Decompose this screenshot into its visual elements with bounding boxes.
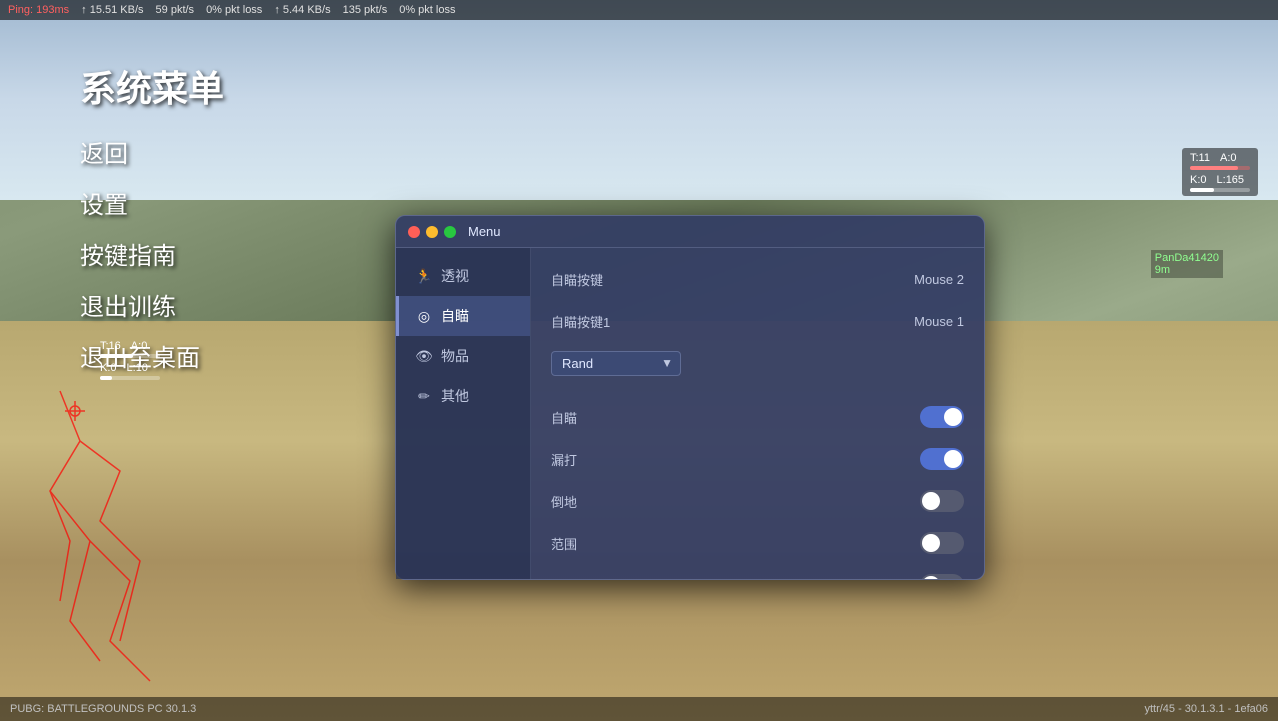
aim-key-row: 自瞄按键 Mouse 2 — [551, 264, 964, 294]
aim-key2-row: 自瞄按键1 Mouse 1 — [551, 306, 964, 336]
sidebar-item-items[interactable]: 👁 物品 — [396, 336, 530, 376]
toggle-aimbot[interactable] — [920, 406, 964, 428]
toggle-range-label: 范围 — [551, 534, 577, 553]
toggle-down-knob — [922, 492, 940, 510]
toggle-down[interactable] — [920, 490, 964, 512]
sidebar-label-aimbot: 自瞄 — [441, 306, 469, 326]
rand-dropdown[interactable]: Rand — [551, 351, 681, 376]
rand-dropdown-wrapper: Rand ▼ — [551, 351, 681, 376]
modal-title: Menu — [468, 224, 501, 239]
toggle-teammate-label: 队友 — [551, 576, 577, 580]
sidebar-label-other: 其他 — [441, 386, 469, 406]
menu-item-exit-training[interactable]: 退出训练 — [80, 283, 224, 326]
toggle-aimbot-row: 自瞄 — [551, 402, 964, 432]
pkt-rate: 59 pkt/s — [156, 4, 195, 16]
maximize-button[interactable] — [444, 226, 456, 238]
toggle-down-label: 倒地 — [551, 492, 577, 511]
player-stats-left: T:16 A:0 K:0 L:10 — [100, 340, 160, 380]
aim-key-label: 自瞄按键 — [551, 270, 603, 289]
build-info: yttr/45 - 30.1.3.1 - 1efa06 — [1144, 703, 1268, 715]
aim-key2-label: 自瞄按键1 — [551, 312, 610, 331]
toggle-miss-row: 漏打 — [551, 444, 964, 474]
top-hud: Ping: 193ms ↑ 15.51 KB/s 59 pkt/s 0% pkt… — [0, 0, 1278, 20]
system-menu-title: 系统菜单 — [80, 60, 224, 112]
menu-item-keybindings[interactable]: 按键指南 — [80, 232, 224, 275]
upload-speed: ↑ 15.51 KB/s — [81, 4, 143, 16]
stat-a-right: A:0 — [1220, 152, 1237, 164]
stat-t-right: T:11 — [1190, 152, 1210, 164]
modal-sidebar: 🏃 透视 ◎ 自瞄 👁 物品 ✏ 其他 — [396, 248, 531, 579]
pkt-rate2: 135 pkt/s — [343, 4, 388, 16]
toggle-range[interactable] — [920, 532, 964, 554]
toggle-aimbot-knob — [944, 408, 962, 426]
bottom-hud: PUBG: BATTLEGROUNDS PC 30.1.3 yttr/45 - … — [0, 697, 1278, 721]
aim-key2-value: Mouse 1 — [914, 314, 964, 329]
toggle-teammate-knob — [922, 576, 940, 579]
stat-l-left: L:10 — [127, 362, 148, 374]
toggle-teammate-row: 队友 — [551, 570, 964, 579]
perspective-icon: 🏃 — [415, 267, 433, 285]
pkt-loss: 0% pkt loss — [206, 4, 262, 16]
upload-speed2: ↑ 5.44 KB/s — [274, 4, 330, 16]
toggle-range-knob — [922, 534, 940, 552]
menu-item-back[interactable]: 返回 — [80, 130, 224, 173]
toggle-down-row: 倒地 — [551, 486, 964, 516]
ping-display: Ping: 193ms — [8, 4, 69, 16]
other-icon: ✏ — [415, 387, 433, 405]
toggle-aimbot-label: 自瞄 — [551, 408, 577, 427]
version-info: PUBG: BATTLEGROUNDS PC 30.1.3 — [10, 703, 196, 715]
traffic-lights — [408, 226, 456, 238]
minimize-button[interactable] — [426, 226, 438, 238]
sidebar-item-other[interactable]: ✏ 其他 — [396, 376, 530, 416]
enemy-name: PanDa41420 — [1155, 252, 1219, 264]
close-button[interactable] — [408, 226, 420, 238]
stat-l-right: L:165 — [1217, 174, 1245, 186]
toggle-miss-label: 漏打 — [551, 450, 577, 469]
system-menu: 系统菜单 返回 设置 按键指南 退出训练 退出至桌面 — [80, 60, 224, 377]
dropdown-row: Rand ▼ — [551, 348, 964, 378]
pkt-loss2: 0% pkt loss — [399, 4, 455, 16]
modal-window: Menu 🏃 透视 ◎ 自瞄 👁 物品 ✏ 其他 — [395, 215, 985, 580]
enemy-marker: PanDa41420 9m — [1151, 250, 1223, 278]
aim-key-value: Mouse 2 — [914, 272, 964, 287]
sidebar-label-items: 物品 — [441, 346, 469, 366]
sidebar-item-perspective[interactable]: 🏃 透视 — [396, 256, 530, 296]
enemy-distance: 9m — [1155, 264, 1219, 276]
sidebar-label-perspective: 透视 — [441, 266, 469, 286]
stat-a-left: A:0 — [131, 340, 148, 352]
modal-body: 🏃 透视 ◎ 自瞄 👁 物品 ✏ 其他 自瞄按键 Mouse 2 — [396, 248, 984, 579]
aimbot-icon: ◎ — [415, 307, 433, 325]
stat-k-right: K:0 — [1190, 174, 1207, 186]
modal-titlebar: Menu — [396, 216, 984, 248]
player-stats-right: T:11 A:0 K:0 L:165 — [1182, 148, 1258, 196]
toggle-miss-knob — [944, 450, 962, 468]
modal-content: 自瞄按键 Mouse 2 自瞄按键1 Mouse 1 Rand ▼ — [531, 248, 984, 579]
items-icon: 👁 — [415, 347, 433, 365]
sidebar-item-aimbot[interactable]: ◎ 自瞄 — [396, 296, 530, 336]
stat-k-left: K:0 — [100, 362, 117, 374]
toggle-miss[interactable] — [920, 448, 964, 470]
toggle-range-row: 范围 — [551, 528, 964, 558]
menu-item-settings[interactable]: 设置 — [80, 181, 224, 224]
toggle-teammate[interactable] — [920, 574, 964, 579]
stat-t-left: T:16 — [100, 340, 121, 352]
